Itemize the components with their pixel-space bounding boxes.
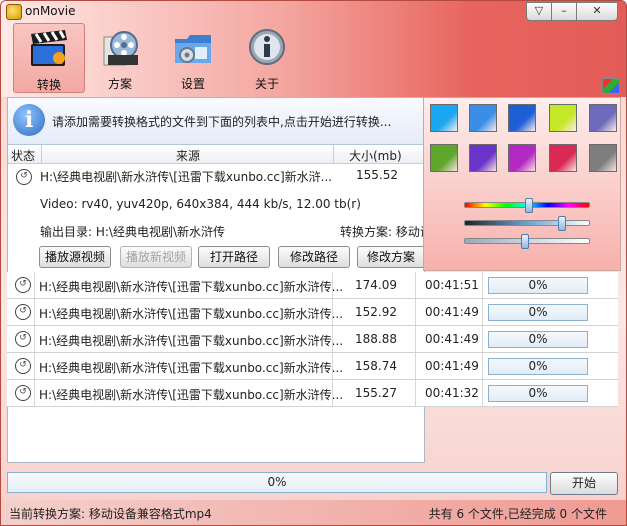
tool-label: 转换: [36, 78, 61, 92]
skin-color-panel: [423, 97, 621, 271]
modify-scheme-button[interactable]: 修改方案: [357, 246, 425, 268]
row-progress: 0%: [488, 304, 588, 321]
toolbar-band: onMovie ▽ – ✕ 转换 方案 设置 关于: [1, 1, 626, 97]
info-icon: i: [13, 104, 45, 136]
row-progress: 0%: [488, 331, 588, 348]
status-pending-icon: ↺: [15, 304, 31, 320]
hint-text: 请添加需要转换格式的文件到下面的列表中,点击开始进行转换...: [52, 115, 392, 129]
color-swatch[interactable]: [589, 104, 617, 132]
color-swatch[interactable]: [508, 104, 536, 132]
scheme-label: 转换方案: 移动设: [340, 225, 432, 239]
header-status[interactable]: 状态: [11, 147, 35, 164]
output-dir: 输出目录: H:\经典电视剧\新水浒传: [40, 225, 226, 239]
app-logo-icon: [6, 4, 22, 20]
tool-label: 关于: [254, 77, 279, 91]
open-path-button[interactable]: 打开路径: [198, 246, 270, 268]
header-size[interactable]: 大小(mb): [349, 147, 402, 164]
table-header: 状态 来源 大小(mb): [8, 145, 424, 164]
hue-slider[interactable]: [464, 198, 590, 213]
color-swatch[interactable]: [508, 144, 536, 172]
table-row[interactable]: ↺ H:\经典电视剧\新水浒传\[迅雷下载xunbo.cc]新水浒传... 15…: [7, 353, 618, 380]
film-reel-icon: [103, 31, 138, 66]
table-row[interactable]: ↺ H:\经典电视剧\新水浒传\[迅雷下载xunbo.cc]新水浒传... 18…: [7, 326, 618, 353]
file-path: H:\经典电视剧\新水浒传\[迅雷下载xunbo.cc]新水浒传...: [39, 280, 344, 294]
tool-scheme[interactable]: 方案: [85, 23, 155, 91]
overall-progress: 0%: [7, 472, 547, 493]
slider-thumb[interactable]: [521, 234, 529, 249]
menu-dropdown-button[interactable]: ▽: [526, 2, 552, 21]
file-size: 155.52: [356, 168, 398, 182]
status-pending-icon: ↺: [15, 358, 31, 374]
file-path: H:\经典电视剧\新水浒传\[迅雷下载xunbo.cc]新水浒传...: [39, 334, 344, 348]
duration: 00:41:49: [425, 332, 479, 346]
color-swatch[interactable]: [430, 144, 458, 172]
slider-thumb[interactable]: [558, 216, 566, 231]
row-progress: 0%: [488, 385, 588, 402]
color-swatch[interactable]: [549, 104, 577, 132]
window-controls: ▽ – ✕: [526, 2, 618, 21]
minimize-button[interactable]: –: [551, 2, 577, 21]
file-path: H:\经典电视剧\新水浒传\[迅雷下载xunbo.cc]新水浒传...: [39, 388, 344, 402]
tool-convert[interactable]: 转换: [13, 23, 85, 93]
file-size: 188.88: [355, 332, 397, 346]
play-new-button[interactable]: 播放新视频: [120, 246, 192, 268]
file-path: H:\经典电视剧\新水浒传\[迅雷下载xunbo.cc]新水浒传...: [39, 307, 344, 321]
table-row[interactable]: ↺ H:\经典电视剧\新水浒传\[迅雷下载xunbo.cc]新水浒传... 17…: [7, 272, 618, 299]
status-bar: 当前转换方案: 移动设备兼容格式mp4 共有 6 个文件,已经完成 0 个文件: [1, 500, 626, 525]
tool-label: 方案: [107, 77, 132, 91]
status-pending-icon: ↺: [16, 169, 32, 185]
color-swatch[interactable]: [549, 144, 577, 172]
status-pending-icon: ↺: [15, 277, 31, 293]
file-path: H:\经典电视剧\新水浒传\[迅雷下载xunbo.cc]新水浒传...: [39, 361, 344, 375]
color-swatch[interactable]: [589, 144, 617, 172]
color-swatch[interactable]: [469, 144, 497, 172]
status-pending-icon: ↺: [15, 385, 31, 401]
color-swatch[interactable]: [469, 104, 497, 132]
row-progress: 0%: [488, 358, 588, 375]
tool-settings[interactable]: 设置: [158, 23, 228, 91]
file-size: 174.09: [355, 278, 397, 292]
status-pending-icon: ↺: [15, 331, 31, 347]
file-size: 158.74: [355, 359, 397, 373]
file-path: H:\经典电视剧\新水浒传\[迅雷下载xunbo.cc]新水浒...: [40, 170, 333, 184]
expanded-file-item[interactable]: ↺ H:\经典电视剧\新水浒传\[迅雷下载xunbo.cc]新水浒... 155…: [8, 164, 432, 270]
modify-path-button[interactable]: 修改路径: [278, 246, 350, 268]
status-current-scheme: 当前转换方案: 移动设备兼容格式mp4: [9, 507, 212, 521]
file-size: 155.27: [355, 386, 397, 400]
table-row[interactable]: ↺ H:\经典电视剧\新水浒传\[迅雷下载xunbo.cc]新水浒传... 15…: [7, 299, 618, 326]
tool-about[interactable]: 关于: [232, 23, 302, 91]
file-size: 152.92: [355, 305, 397, 319]
slider-thumb[interactable]: [525, 198, 533, 213]
brightness-slider[interactable]: [464, 234, 590, 249]
hint-bar: i 请添加需要转换格式的文件到下面的列表中,点击开始进行转换...: [8, 98, 424, 145]
duration: 00:41:49: [425, 359, 479, 373]
start-button[interactable]: 开始: [550, 472, 618, 495]
close-button[interactable]: ✕: [576, 2, 618, 21]
tool-label: 设置: [180, 77, 205, 91]
duration: 00:41:32: [425, 386, 479, 400]
skin-color-button[interactable]: [602, 78, 620, 94]
window-title: onMovie: [25, 4, 76, 18]
saturation-slider[interactable]: [464, 216, 590, 231]
settings-folder-icon: [175, 35, 211, 63]
film-clapper-icon: [31, 30, 67, 66]
status-file-count: 共有 6 个文件,已经完成 0 个文件: [428, 507, 607, 521]
header-source[interactable]: 来源: [176, 147, 200, 164]
row-progress: 0%: [488, 277, 588, 294]
play-source-button[interactable]: 播放源视频: [39, 246, 111, 268]
app-window: onMovie ▽ – ✕ 转换 方案 设置 关于 i 请添加需要转换格式的文件…: [0, 0, 627, 526]
info-icon: [249, 29, 285, 65]
duration: 00:41:49: [425, 305, 479, 319]
duration: 00:41:51: [425, 278, 479, 292]
video-info: Video: rv40, yuv420p, 640x384, 444 kb/s,…: [40, 197, 361, 211]
table-row[interactable]: ↺ H:\经典电视剧\新水浒传\[迅雷下载xunbo.cc]新水浒传... 15…: [7, 380, 618, 407]
color-swatch[interactable]: [430, 104, 458, 132]
